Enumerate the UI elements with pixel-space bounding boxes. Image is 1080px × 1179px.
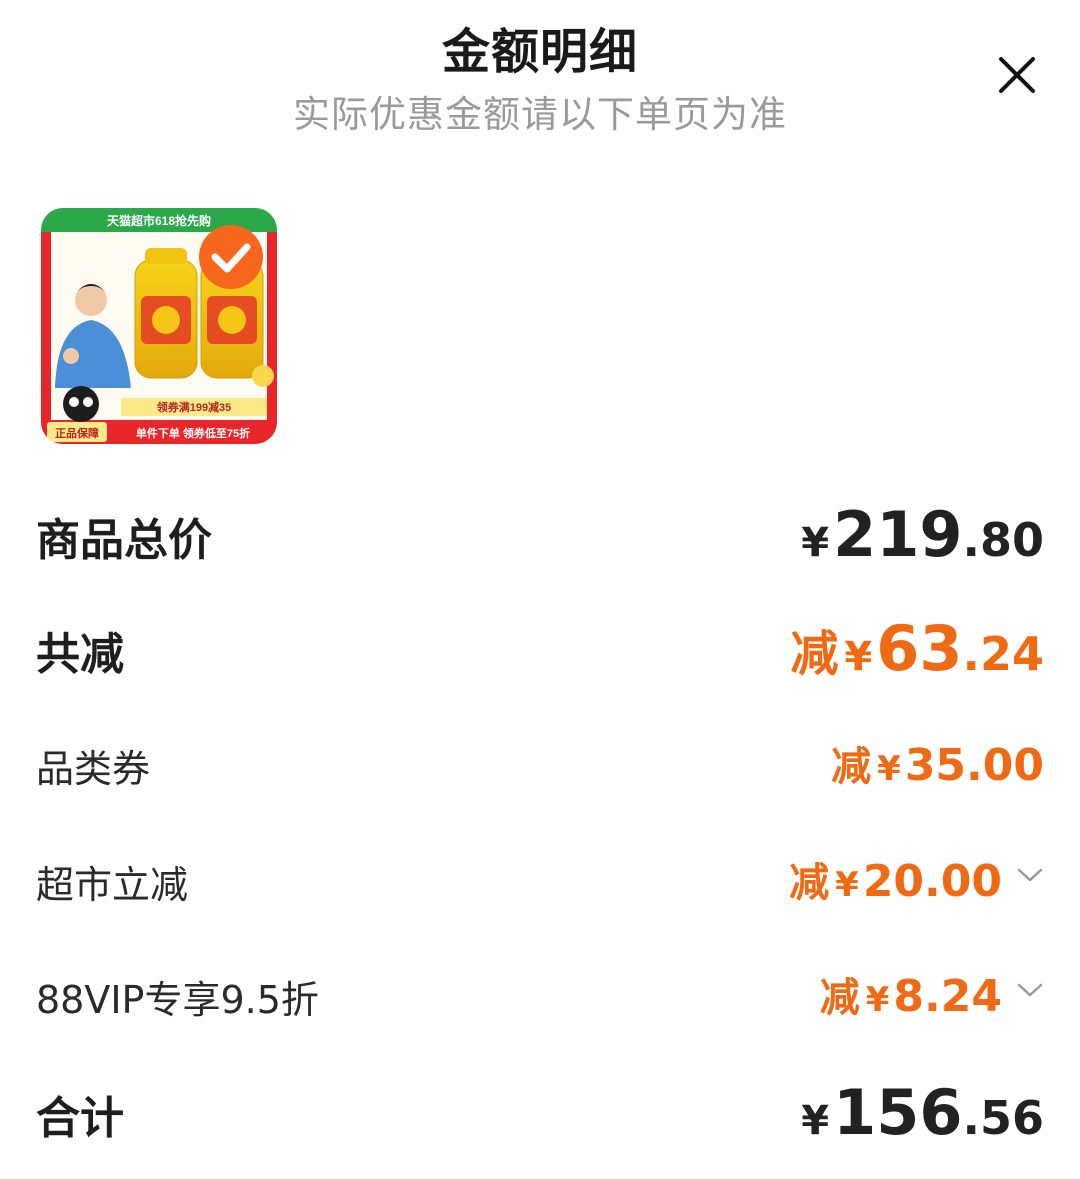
price-decimal: .80 [962, 513, 1045, 567]
row-total-price: 商品总价 ¥ 219 .80 [0, 498, 1080, 571]
category-coupon-value: 减 ¥ 35 .00 [831, 734, 1044, 792]
row-sum: 合计 ¥ 156 .56 [0, 1076, 1080, 1149]
product-thumbnail[interactable]: 天猫超市618抢先购 领券满199减35 正品保障 单件下单 领券低至75折 [41, 208, 277, 444]
price-integer: 219 [833, 498, 963, 571]
image-promo-text: 单件下单 领券低至75折 [136, 426, 250, 440]
row-total-discount: 共减 减 ¥ 63 .24 [0, 612, 1080, 685]
supermarket-discount-value: 减 ¥ 20 .00 [789, 850, 1002, 908]
currency-symbol: ¥ [801, 520, 830, 566]
discount-prefix: 减 [819, 975, 860, 1021]
discount-prefix: 减 [831, 744, 872, 790]
vip-discount-value: 减 ¥ 8 .24 [820, 965, 1002, 1023]
currency-symbol: ¥ [865, 980, 890, 1020]
image-coupon-text: 领券满199减35 [156, 400, 232, 414]
selected-check-icon [199, 225, 263, 289]
chevron-down-icon[interactable] [1016, 866, 1044, 884]
row-vip-discount[interactable]: 88VIP专享9.5折 减 ¥ 8 .24 [0, 965, 1080, 1022]
page-title: 金额明细 [441, 24, 638, 80]
price-decimal: .24 [924, 971, 1002, 1022]
total-price-value: ¥ 219 .80 [801, 498, 1044, 571]
supermarket-discount-label: 超市立减 [36, 863, 189, 907]
price-integer: 156 [833, 1076, 963, 1149]
price-decimal: .56 [962, 1091, 1045, 1145]
currency-symbol: ¥ [844, 634, 873, 680]
total-discount-value: 减 ¥ 63 .24 [790, 612, 1044, 685]
chevron-down-icon[interactable] [1016, 981, 1044, 999]
currency-symbol: ¥ [877, 749, 901, 789]
image-guarantee-text: 正品保障 [55, 426, 99, 440]
header: 金额明细 实际优惠金额请以下单页为准 [0, 0, 1080, 150]
image-banner-text: 天猫超市618抢先购 [107, 213, 211, 228]
price-decimal: .00 [966, 740, 1044, 791]
discount-prefix: 减 [790, 626, 839, 682]
price-decimal: .24 [962, 627, 1045, 681]
sum-value: ¥ 156 .56 [801, 1076, 1044, 1149]
vip-discount-label: 88VIP专享9.5折 [36, 978, 319, 1022]
close-icon[interactable] [990, 48, 1044, 102]
row-category-coupon: 品类券 减 ¥ 35 .00 [0, 734, 1080, 791]
row-supermarket-discount[interactable]: 超市立减 减 ¥ 20 .00 [0, 850, 1080, 907]
price-integer: 20 [862, 856, 925, 907]
price-decimal: .00 [924, 856, 1002, 907]
price-integer: 63 [876, 612, 963, 685]
currency-symbol: ¥ [835, 865, 859, 905]
price-integer: 8 [893, 971, 925, 1022]
sum-label: 合计 [36, 1093, 124, 1144]
price-integer: 35 [904, 740, 967, 791]
page-subtitle: 实际优惠金额请以下单页为准 [293, 93, 787, 136]
total-price-label: 商品总价 [36, 515, 212, 566]
category-coupon-label: 品类券 [36, 747, 151, 791]
discount-prefix: 减 [789, 860, 830, 906]
total-discount-label: 共减 [36, 629, 124, 680]
currency-symbol: ¥ [801, 1098, 830, 1144]
product-image: 天猫超市618抢先购 领券满199减35 正品保障 单件下单 领券低至75折 [41, 208, 277, 444]
